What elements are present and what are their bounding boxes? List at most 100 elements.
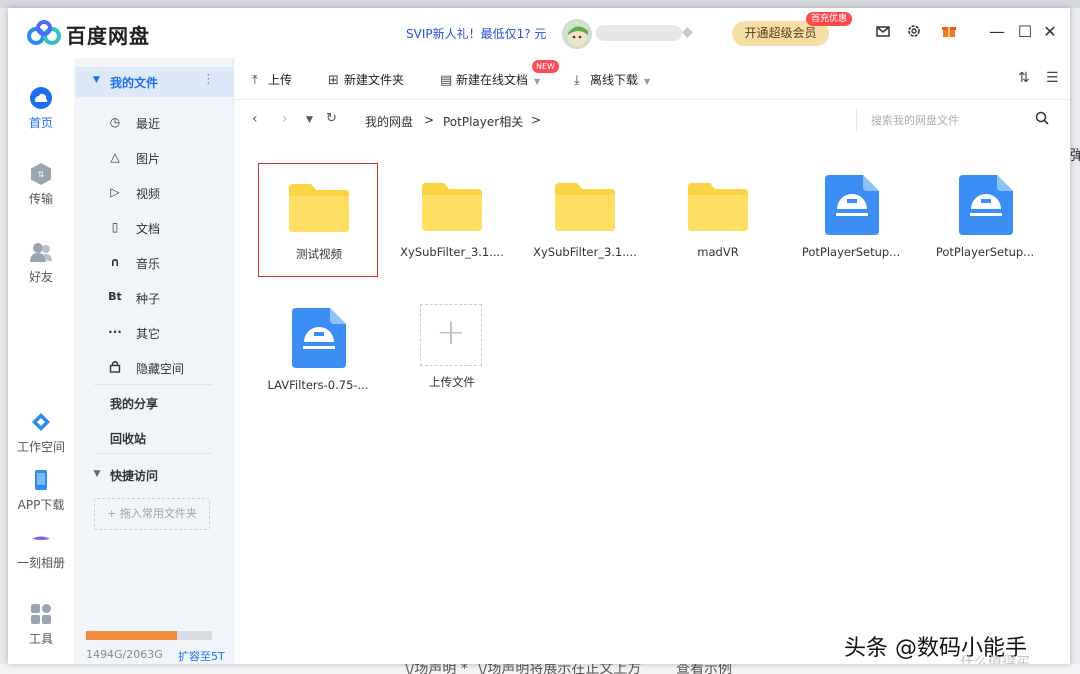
background-page-strip (0, 0, 1080, 8)
sidebar-root-label: 我的文件 (110, 76, 159, 90)
svip-promo-link[interactable]: SVIP新人礼！最低仅1? 元 (406, 25, 546, 42)
transfer-icon: ⇅ (31, 163, 51, 185)
close-button[interactable]: ✕ (1040, 21, 1060, 43)
main-panel: ⤒ 上传 ⊞ 新建文件夹 ▤ 新建在线文档 ▼ NEW ⤓ 离线下载 ▼ ⇅ ☰ ‹ › ▼… (234, 58, 1070, 664)
sidebar-item-music[interactable]: ∩ 音乐 (74, 248, 232, 278)
folder-icon (555, 183, 615, 231)
refresh-icon[interactable]: ↻ (326, 111, 337, 126)
quick-access-drop-zone[interactable]: + 拖入常用文件夹 (94, 498, 210, 530)
svg-text:⇅: ⇅ (38, 170, 45, 179)
mail-icon[interactable] (874, 23, 892, 41)
forward-arrow-icon[interactable]: › (282, 111, 288, 127)
headphones-icon: ∩ (110, 255, 120, 269)
file-tile[interactable]: PotPlayerSetup... (925, 163, 1045, 277)
upload-icon: ⤒ (252, 73, 258, 88)
rail-label: 工具 (28, 632, 53, 646)
background-text: \/场声明将展示在正文上方 (478, 664, 642, 674)
maximize-button[interactable]: ☐ (1015, 21, 1035, 43)
rail-item-transfer[interactable]: ⇅ 传输 (8, 162, 74, 207)
sort-icon[interactable]: ⇅ (1018, 70, 1030, 86)
storage-usage-bar (86, 631, 212, 640)
folder-tile[interactable]: XySubFilter_3.1.... (525, 163, 645, 277)
caret-down-icon: ▼ (93, 469, 101, 479)
sidebar-item-quick-access[interactable]: ▼ 快捷访问 (74, 460, 232, 490)
sidebar-item-recycle-bin[interactable]: 回收站 (110, 430, 146, 447)
sidebar-section-label: 快捷访问 (110, 469, 159, 483)
file-name: PotPlayerSetup... (935, 245, 1035, 259)
sidebar-item-videos[interactable]: ▷ 视频 (74, 178, 232, 208)
title-bar: 百度网盘 SVIP新人礼！最低仅1? 元 ◆ 开通超级会员 首充优惠 — ☐ ✕ (8, 8, 1070, 58)
sidebar-item-recent[interactable]: ◷ 最近 (74, 108, 232, 138)
baidu-netdisk-logo-icon (27, 20, 61, 45)
rail-label: 好友 (28, 270, 53, 284)
storage-usage-fill (86, 631, 178, 640)
baidu-netdisk-window: 百度网盘 SVIP新人礼！最低仅1? 元 ◆ 开通超级会员 首充优惠 — ☐ ✕ (8, 8, 1070, 664)
minimize-button[interactable]: — (987, 21, 1007, 43)
breadcrumb-current[interactable]: PotPlayer相关 (443, 113, 523, 130)
sidebar-item-my-share[interactable]: 我的分享 (110, 395, 158, 412)
sidebar-item-other[interactable]: ··· 其它 (74, 318, 232, 348)
upload-drop-box[interactable]: + (420, 304, 482, 366)
upload-button[interactable]: ⤒ 上传 (252, 71, 292, 88)
file-tile[interactable]: PotPlayerSetup... (791, 163, 911, 277)
back-arrow-icon[interactable]: ‹ (252, 111, 258, 127)
file-name: madVR (697, 245, 739, 259)
file-tile[interactable]: LAVFilters-0.75-... (258, 296, 378, 410)
rail-item-friends[interactable]: 好友 (8, 240, 74, 285)
background-text: 查看示例 (676, 664, 732, 674)
lock-icon (108, 360, 122, 374)
left-rail: 首页 ⇅ 传输 好友 工作空间 APP下载 一刻相册 工具 (8, 58, 74, 664)
new-badge: NEW (532, 60, 559, 73)
new-folder-button[interactable]: ⊞ 新建文件夹 (328, 71, 404, 88)
sidebar-item-hidden-space[interactable]: 隐藏空间 (74, 353, 232, 383)
search-input[interactable] (871, 111, 1031, 129)
caret-down-icon: ▼ (644, 77, 651, 86)
settings-gear-icon[interactable] (905, 23, 923, 41)
sidebar-item-documents[interactable]: ▯ 文档 (74, 213, 232, 243)
folder-icon (289, 184, 349, 232)
workspace-icon (32, 413, 50, 431)
new-online-doc-button[interactable]: ▤ 新建在线文档 ▼ (440, 71, 540, 88)
new-folder-label: 新建文件夹 (344, 73, 405, 87)
offline-download-button[interactable]: ⤓ 离线下载 ▼ (574, 71, 650, 88)
sidebar-item-my-files[interactable]: ▼ 我的文件 ⋮ (76, 67, 234, 97)
rail-label: 工作空间 (16, 440, 65, 454)
storage-usage-text: 1494G/2063G (86, 648, 163, 661)
rail-item-app-download[interactable]: APP下载 (8, 468, 74, 513)
breadcrumb-root[interactable]: 我的网盘 (365, 113, 413, 130)
download-icon: ⤓ (574, 73, 580, 88)
upload-file-label: 上传文件 (429, 375, 475, 389)
sidebar-item-label: 图片 (136, 152, 161, 166)
caret-down-icon: ▼ (93, 75, 100, 85)
rail-item-tools[interactable]: 工具 (8, 602, 74, 647)
watermark-text: 什么值得买 (960, 655, 1030, 664)
folder-tile[interactable]: XySubFilter_3.1.... (392, 163, 512, 277)
expand-storage-link[interactable]: 扩容至5T (178, 648, 225, 664)
installer-package-icon (825, 175, 879, 235)
vip-diamond-icon: ◆ (682, 24, 693, 40)
rail-item-home[interactable]: 首页 (8, 86, 74, 131)
sidebar-item-images[interactable]: △ 图片 (74, 143, 232, 173)
file-sidebar: ▼ 我的文件 ⋮ ◷ 最近 △ 图片 ▷ 视频 ▯ 文档 ∩ 音乐 Bt 种子 (74, 58, 234, 664)
folder-tile[interactable]: madVR (658, 163, 778, 277)
rail-item-workspace[interactable]: 工作空间 (8, 410, 74, 455)
history-dropdown-icon[interactable]: ▼ (306, 115, 313, 125)
username-blurred (596, 25, 682, 41)
sidebar-item-label: 种子 (136, 292, 161, 306)
torrent-icon: Bt (108, 290, 122, 303)
offline-download-label: 离线下载 (590, 73, 639, 87)
list-view-icon[interactable]: ☰ (1046, 70, 1059, 86)
sidebar-item-label: 其它 (136, 327, 161, 341)
gift-icon[interactable] (940, 23, 958, 41)
more-vertical-icon[interactable]: ⋮ (202, 72, 215, 87)
caret-down-icon: ▼ (534, 77, 541, 86)
sidebar-item-label: 视频 (136, 187, 161, 201)
avatar[interactable] (562, 19, 592, 49)
search-box (856, 108, 1058, 132)
search-icon[interactable] (1035, 111, 1049, 125)
upload-file-tile[interactable]: + 上传文件 (392, 298, 512, 412)
document-icon: ▤ (440, 73, 453, 88)
rail-item-album[interactable]: 一刻相册 (8, 526, 74, 571)
sidebar-item-torrents[interactable]: Bt 种子 (74, 283, 232, 313)
folder-tile[interactable]: 测试视频 (258, 163, 378, 277)
